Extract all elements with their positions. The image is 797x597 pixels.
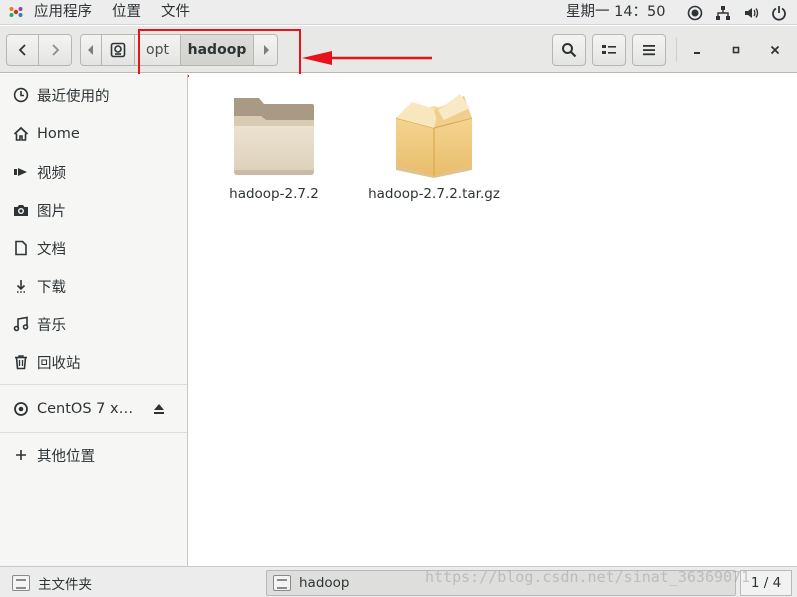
file-menu[interactable]: 文件 bbox=[151, 0, 200, 25]
sidebar-item-label: 下载 bbox=[37, 279, 66, 296]
power-icon[interactable] bbox=[771, 5, 787, 21]
path-scroll-left-button[interactable] bbox=[80, 34, 102, 66]
system-tray bbox=[687, 0, 787, 25]
list-view-icon bbox=[602, 45, 616, 54]
navigation-buttons bbox=[6, 34, 72, 66]
clock[interactable]: 星期一 14：50 bbox=[566, 0, 666, 25]
maximize-icon bbox=[732, 46, 740, 54]
taskbar-item-label: hadoop bbox=[299, 575, 350, 591]
drive-icon bbox=[110, 42, 126, 58]
places-menu[interactable]: 位置 bbox=[102, 0, 151, 25]
annotation-highlight-box bbox=[138, 29, 301, 77]
path-root-button[interactable] bbox=[102, 34, 135, 66]
annotation-arrow-icon bbox=[302, 51, 432, 65]
home-icon bbox=[12, 125, 30, 143]
watermark-text: https://blog.csdn.net/sinat_36369071 bbox=[425, 568, 751, 586]
applications-menu[interactable]: 应用程序 bbox=[6, 0, 102, 25]
search-icon bbox=[562, 43, 577, 58]
accessibility-icon[interactable] bbox=[687, 5, 703, 21]
clock-icon bbox=[12, 86, 30, 104]
sidebar-item-label: 视频 bbox=[37, 165, 66, 182]
sidebar-separator bbox=[0, 384, 187, 385]
search-button[interactable] bbox=[552, 34, 586, 66]
view-options-button[interactable] bbox=[592, 34, 626, 66]
video-icon bbox=[12, 163, 30, 181]
hamburger-icon bbox=[643, 45, 655, 56]
folder-icon bbox=[234, 98, 314, 175]
chevron-right-icon bbox=[52, 44, 60, 56]
sidebar-item-recent[interactable]: 最近使用的 bbox=[0, 78, 187, 112]
top-panel: 应用程序 位置 文件 星期一 14：50 bbox=[0, 0, 797, 25]
minimize-button[interactable] bbox=[682, 34, 712, 66]
file-item-folder[interactable]: hadoop-2.7.2 bbox=[199, 92, 349, 202]
sidebar-item-other-locations[interactable]: 其他位置 bbox=[0, 438, 187, 472]
file-item-archive[interactable]: hadoop-2.7.2.tar.gz bbox=[359, 88, 509, 202]
document-icon bbox=[12, 239, 30, 257]
header-separator bbox=[676, 38, 677, 62]
maximize-button[interactable] bbox=[721, 34, 751, 66]
minimize-icon bbox=[694, 52, 700, 54]
sidebar-item-documents[interactable]: 文档 bbox=[0, 231, 187, 265]
file-view: hadoop-2.7.2 hadoop-2.7.2.tar.gz bbox=[189, 74, 797, 566]
sidebar-item-label: 其他位置 bbox=[37, 448, 95, 465]
volume-icon[interactable] bbox=[743, 5, 759, 21]
sidebar-item-home[interactable]: Home bbox=[0, 117, 187, 151]
trash-icon bbox=[12, 353, 30, 371]
sidebar-item-label: CentOS 7 x… bbox=[37, 401, 134, 417]
applications-menu-label[interactable]: 应用程序 bbox=[24, 0, 102, 25]
sidebar-item-downloads[interactable]: 下载 bbox=[0, 269, 187, 303]
sidebar-item-label: 音乐 bbox=[37, 317, 66, 334]
back-button[interactable] bbox=[6, 34, 39, 66]
taskbar-item-home-folder[interactable]: 主文件夹 bbox=[6, 570, 260, 596]
gnome-foot-icon bbox=[9, 7, 23, 17]
sidebar-item-label: 回收站 bbox=[37, 355, 81, 372]
sidebar-item-music[interactable]: 音乐 bbox=[0, 307, 187, 341]
chevron-left-icon bbox=[18, 44, 26, 56]
file-name: hadoop-2.7.2.tar.gz bbox=[368, 186, 500, 202]
sidebar-item-pictures[interactable]: 图片 bbox=[0, 193, 187, 227]
sidebar: 最近使用的 Home 视频 图片 文档 下载 音乐 回收站 CentOS 7 x… bbox=[0, 74, 188, 566]
package-icon bbox=[395, 94, 473, 178]
sidebar-item-label: 最近使用的 bbox=[37, 88, 110, 105]
sidebar-item-videos[interactable]: 视频 bbox=[0, 155, 187, 189]
sidebar-item-label: Home bbox=[37, 126, 80, 142]
network-icon[interactable] bbox=[715, 5, 731, 21]
download-icon bbox=[12, 277, 30, 295]
forward-button[interactable] bbox=[39, 34, 72, 66]
sidebar-item-label: 图片 bbox=[37, 203, 66, 220]
close-button[interactable] bbox=[760, 34, 790, 66]
plus-icon bbox=[12, 446, 30, 464]
window-icon bbox=[12, 575, 30, 591]
camera-icon bbox=[12, 201, 30, 219]
triangle-left-icon bbox=[88, 45, 93, 55]
file-name: hadoop-2.7.2 bbox=[229, 186, 319, 202]
disc-icon bbox=[12, 400, 30, 418]
app-menu-button[interactable] bbox=[632, 34, 666, 66]
sidebar-separator bbox=[0, 432, 187, 433]
close-icon bbox=[770, 45, 780, 55]
eject-icon[interactable] bbox=[150, 400, 168, 418]
taskbar-item-label: 主文件夹 bbox=[38, 577, 92, 593]
sidebar-item-trash[interactable]: 回收站 bbox=[0, 345, 187, 379]
window-icon bbox=[273, 575, 291, 591]
sidebar-item-label: 文档 bbox=[37, 241, 66, 258]
sidebar-item-device[interactable]: CentOS 7 x… bbox=[0, 392, 187, 426]
music-icon bbox=[12, 315, 30, 333]
